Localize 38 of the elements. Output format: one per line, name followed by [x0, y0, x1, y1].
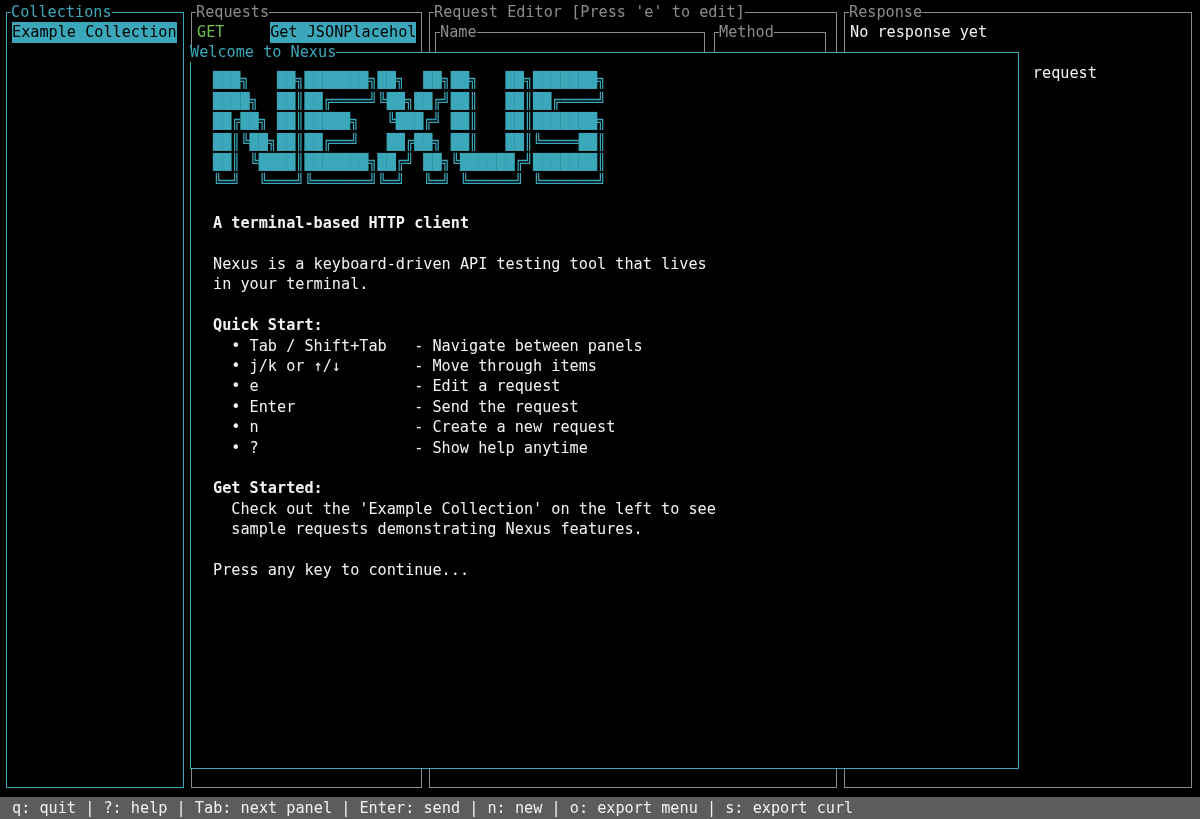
request-method: GET	[197, 22, 226, 43]
shortcut-description: - Move through items	[414, 356, 597, 377]
bullet: •	[231, 335, 242, 357]
collection-item[interactable]: Example Collection	[12, 22, 177, 43]
shortcut-description: - Navigate between panels	[414, 335, 643, 357]
shortcut-key: ?	[249, 437, 415, 459]
shortcut-description: - Edit a request	[414, 376, 561, 397]
response-text: request	[1032, 63, 1097, 84]
bullet: •	[231, 356, 242, 377]
shortcut-key: Enter	[249, 396, 415, 418]
shortcut-key: n	[249, 417, 415, 438]
field-label: Method	[719, 22, 774, 43]
panel-title: Request Editor [Press 'e' to edit]	[434, 2, 745, 23]
bullet: •	[231, 396, 242, 418]
section-heading: Get Started:	[213, 478, 324, 499]
tagline: A terminal-based HTTP client	[213, 213, 471, 234]
shortcut-description: - Show help anytime	[414, 437, 588, 459]
response-message: No response yet	[850, 22, 988, 43]
shortcut-description: - Send the request	[414, 396, 579, 418]
panel-title: Response	[849, 2, 923, 23]
intro-paragraph: Nexus is a keyboard-driven API testing tool that lives in your terminal.	[213, 254, 708, 295]
ascii-logo: ███╗ ██╗███████╗██╗ ██╗██╗ ██╗███████╗ ████╗ ██║██╔════╝╚██╗██╔╝██║ ██║██╔════╝ ██╔██╗ ██║█████╗ ╚███╔╝ ██║ ██║███████╗ ██║╚██╗██║██╔══╝ ██╔██╗ ██║ ██║╚════██║ ██║ ╚████║███████╗██╔╝ ██╗╚██████╔╝███████║ ╚═╝ ╚═══╝╚══════╝╚═╝ ╚═╝ ╚═════╝ ╚══════╝	[213, 70, 608, 193]
bullet: •	[231, 417, 242, 438]
request-item[interactable]: Get JSONPlacehol	[270, 22, 417, 43]
bullet: •	[231, 376, 242, 397]
continue-prompt: Press any key to continue...	[213, 561, 470, 580]
shortcut-key: e	[249, 376, 415, 397]
get-started-paragraph: Check out the 'Example Collection' on the left to see sample requests demonstrating Nexus features.	[230, 498, 717, 540]
status-bar: q: quit | ?: help | Tab: next panel | Enter: send | n: new | o: export menu | s: export curl	[0, 797, 1200, 819]
shortcut-key: j/k or ↑/↓	[249, 356, 415, 377]
bullet: •	[231, 437, 242, 459]
shortcut-description: - Create a new request	[414, 417, 616, 438]
shortcut-key: Tab / Shift+Tab	[249, 335, 415, 357]
dialog-title: Welcome to Nexus	[190, 42, 337, 63]
field-label: Name	[440, 22, 477, 43]
section-heading: Quick Start:	[213, 315, 324, 336]
panel-title: Requests	[196, 2, 270, 23]
panel-title: Collections	[11, 2, 112, 23]
